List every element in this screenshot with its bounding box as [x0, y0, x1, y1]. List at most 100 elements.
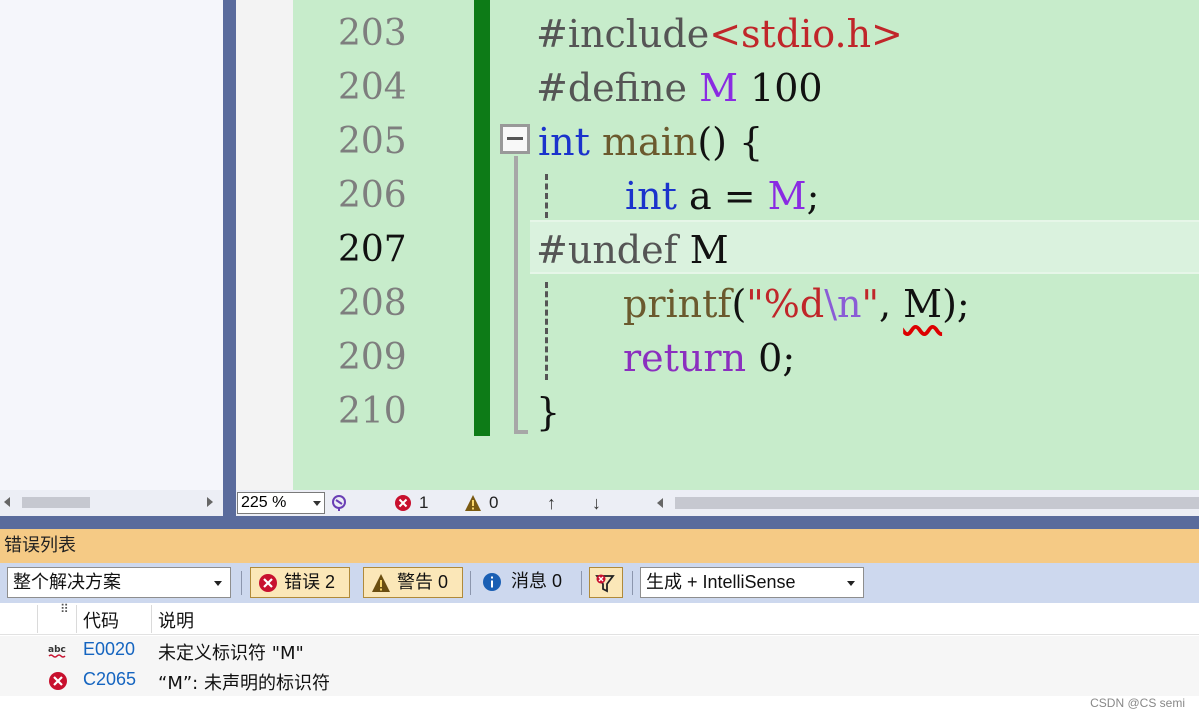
identifier: M	[689, 228, 729, 272]
line-number: 205	[338, 121, 407, 162]
column-divider[interactable]	[76, 605, 77, 633]
column-header-code[interactable]: 代码	[83, 607, 119, 633]
outline-region-end	[514, 430, 528, 434]
function-name: printf	[623, 282, 732, 326]
svg-text:abc: abc	[48, 645, 66, 655]
horizontal-splitter[interactable]	[0, 516, 1199, 529]
chevron-down-icon	[214, 581, 222, 586]
warning-icon[interactable]	[464, 494, 482, 512]
editor-status-strip: 225 % 1 0 ↑ ↓	[236, 490, 1199, 516]
code-line-207[interactable]: #undef M	[536, 223, 729, 277]
warnings-filter-button[interactable]: 警告 0	[363, 567, 463, 598]
preprocessor-directive: #include	[536, 12, 710, 56]
warning-count: 0	[489, 493, 499, 512]
zoom-level-value: 225 %	[241, 494, 287, 511]
column-header-description[interactable]: 说明	[158, 607, 194, 633]
escape-sequence: \n	[824, 282, 862, 326]
editor-scroll-thumb[interactable]	[675, 497, 1199, 509]
indent-guide	[545, 282, 548, 380]
chevron-down-icon	[847, 581, 855, 586]
line-number: 210	[338, 391, 407, 432]
info-icon	[483, 573, 501, 591]
column-divider[interactable]	[151, 605, 152, 633]
line-number: 209	[338, 337, 407, 378]
line-number-current: 207	[338, 229, 407, 270]
string-literal: "%d	[746, 282, 825, 326]
code-line-204[interactable]: #define M 100	[536, 61, 823, 115]
toolbar-divider	[470, 571, 471, 595]
warnings-filter-label: 警告 0	[397, 572, 449, 592]
warning-icon	[372, 574, 390, 592]
zoom-level-select[interactable]: 225 %	[237, 492, 325, 514]
intellisense-spell-icon: abc	[48, 645, 66, 658]
number-literal: 0;	[758, 336, 796, 380]
error-count: 1	[419, 493, 429, 512]
error-list-toolbar: 整个解决方案 错误 2 警告 0 消息 0 生成 + IntelliSense	[0, 563, 1199, 603]
chevron-down-icon	[313, 501, 321, 506]
error-icon	[259, 574, 277, 592]
vertical-splitter[interactable]	[223, 0, 236, 516]
code-line-209[interactable]: return 0;	[623, 331, 795, 385]
function-name: main	[602, 120, 698, 164]
code-line-206[interactable]: int a = M;	[625, 169, 819, 223]
outline-region-line	[514, 156, 518, 432]
error-list-rows: abc E0020 未定义标识符 "M" C2065 “M”: 未声明的标识符	[0, 636, 1199, 696]
line-number: 206	[338, 175, 407, 216]
keyword: int	[538, 120, 590, 164]
scope-select[interactable]: 整个解决方案	[7, 567, 231, 598]
scroll-left-arrow-icon[interactable]	[657, 498, 663, 508]
code-line-208[interactable]: printf("%d\n", M);	[623, 277, 970, 331]
preprocessor-directive: #undef	[536, 228, 678, 272]
build-source-select[interactable]: 生成 + IntelliSense	[640, 567, 864, 598]
code-editor[interactable]: 203 204 205 206 207 208 209 210 #include…	[293, 0, 1199, 490]
code-line-210[interactable]: }	[536, 385, 560, 439]
error-icon	[49, 672, 67, 690]
punctuation: );	[942, 282, 970, 326]
punctuation: ;	[806, 174, 820, 218]
editor-glyph-margin	[236, 0, 293, 490]
include-path: <stdio.h>	[709, 12, 903, 56]
indent-guide	[545, 174, 548, 218]
line-number: 204	[338, 67, 407, 108]
filter-toggle-button[interactable]	[589, 567, 623, 598]
error-code-link[interactable]: E0020	[83, 639, 135, 660]
code-line-205[interactable]: int main() {	[538, 115, 763, 169]
build-source-value: 生成 + IntelliSense	[646, 572, 796, 592]
collapse-toggle-icon[interactable]	[500, 124, 530, 154]
scroll-right-arrow-icon[interactable]	[207, 497, 213, 507]
messages-filter-button[interactable]: 消息 0	[482, 567, 577, 598]
table-row[interactable]: abc E0020 未定义标识符 "M"	[0, 636, 1199, 666]
scroll-left-arrow-icon[interactable]	[4, 497, 10, 507]
solution-explorer-pane	[0, 0, 223, 490]
line-number: 208	[338, 283, 407, 324]
error-icon[interactable]	[394, 494, 412, 512]
keyword: return	[623, 336, 747, 380]
scroll-thumb[interactable]	[22, 497, 90, 508]
sort-indicator-icon[interactable]: ⠿	[60, 602, 69, 616]
error-squiggle-identifier[interactable]: M	[903, 282, 942, 326]
previous-issue-arrow-icon[interactable]: ↑	[547, 493, 556, 514]
scope-select-value: 整个解决方案	[13, 572, 121, 592]
identifier: a =	[689, 174, 756, 218]
next-issue-arrow-icon[interactable]: ↓	[592, 493, 601, 514]
code-cleanup-icon[interactable]	[330, 494, 348, 512]
error-description: “M”: 未声明的标识符	[158, 673, 330, 694]
code-line-203[interactable]: #include<stdio.h>	[536, 7, 903, 61]
preprocessor-directive: #define	[536, 66, 687, 110]
macro-name: M	[699, 66, 738, 110]
string-literal: "	[861, 282, 879, 326]
column-divider[interactable]	[37, 605, 38, 633]
punctuation: (	[731, 282, 747, 326]
table-row[interactable]: C2065 “M”: 未声明的标识符	[0, 666, 1199, 696]
toolbar-divider	[581, 571, 582, 595]
left-horizontal-scrollbar[interactable]	[0, 490, 223, 516]
punctuation: }	[536, 390, 561, 434]
error-code-link[interactable]: C2065	[83, 669, 136, 690]
filter-icon	[595, 574, 615, 593]
keyword: int	[625, 174, 677, 218]
toolbar-divider	[241, 571, 242, 595]
messages-filter-label: 消息 0	[511, 571, 563, 591]
errors-filter-button[interactable]: 错误 2	[250, 567, 350, 598]
error-description: 未定义标识符 "M"	[158, 643, 304, 664]
errors-filter-label: 错误 2	[284, 572, 336, 592]
